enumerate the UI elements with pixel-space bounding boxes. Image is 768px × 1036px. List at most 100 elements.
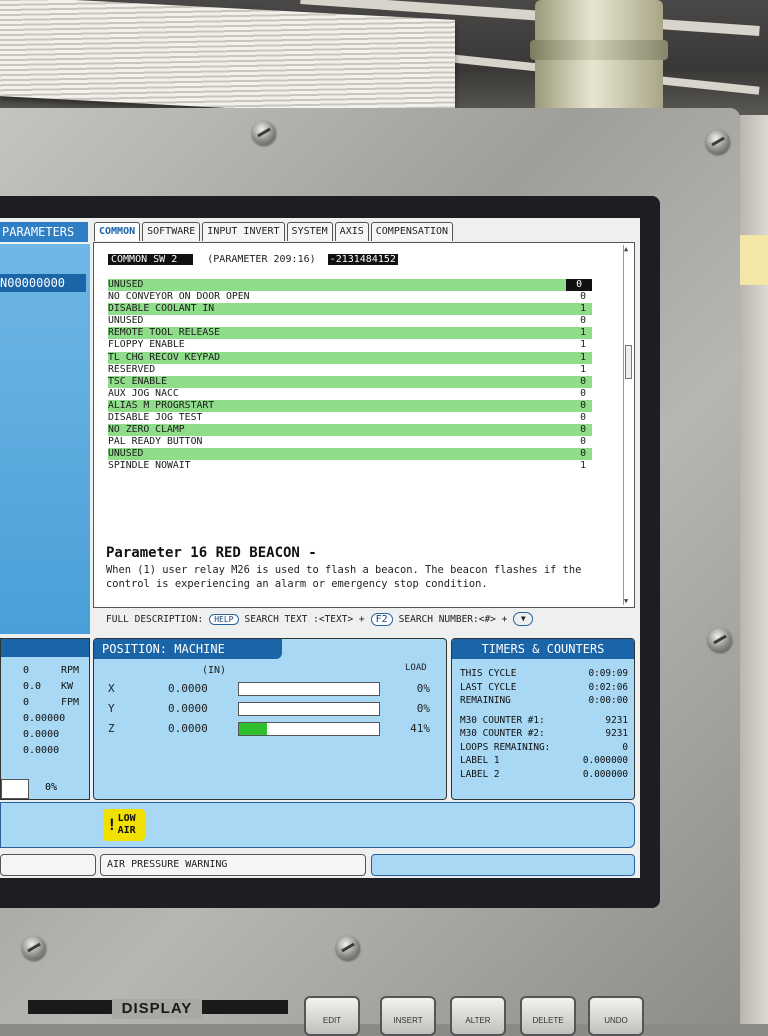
timer-label: LABEL 2 <box>460 768 500 780</box>
tab-common[interactable]: COMMON <box>94 222 141 241</box>
description-title: Parameter 16 RED BEACON - <box>106 545 317 561</box>
axis-load-bar <box>238 682 380 696</box>
program-n-number: N00000000 <box>0 274 86 292</box>
parameter-bit-row[interactable]: NO CONVEYOR ON DOOR OPEN 0 <box>108 291 592 303</box>
parameter-bit-row[interactable]: PAL READY BUTTON 0 <box>108 436 592 448</box>
parameter-bit-row[interactable]: RESERVED 1 <box>108 364 592 376</box>
parameter-bit-row[interactable]: FLOPPY ENABLE 1 <box>108 339 592 351</box>
parameters-pane-tab[interactable]: PARAMETERS <box>0 222 88 242</box>
timer-label: M30 COUNTER #2: <box>460 728 545 739</box>
bezel-screw <box>336 936 360 960</box>
timer-label: M30 COUNTER #1: <box>460 714 545 726</box>
scroll-thumb[interactable] <box>625 345 632 379</box>
message-bar-right <box>371 854 635 876</box>
parameter-bit-row[interactable]: UNUSED 0 <box>108 315 592 327</box>
axis-load-bar <box>238 702 380 716</box>
parameter-bit-row[interactable]: TL CHG RECOV KEYPAD 1 <box>108 351 592 364</box>
parameter-bit-list: UNUSED 0 NO CONVEYOR ON DOOR OPEN 0 DISABLE … <box>108 279 592 473</box>
help-key[interactable]: HELP <box>209 613 239 625</box>
axis-row-x: X 0.0000 0% <box>108 680 438 698</box>
readout-value: 0 <box>23 665 30 676</box>
timer-rows: THIS CYCLE 0:09:09 LAST CYCLE 0:02:06 REMAIN… <box>452 667 634 708</box>
f2-key[interactable]: F2 <box>370 612 393 626</box>
parameter-bit-row[interactable]: UNUSED 0 <box>108 448 592 461</box>
scroll-down-icon[interactable]: ▼ <box>624 597 628 605</box>
parameter-bit-row[interactable]: ALIAS M PROGRSTART 0 <box>108 399 592 413</box>
parameter-scrollbar[interactable]: ▲ ▼ <box>623 245 632 605</box>
timer-label: REMAINING <box>460 695 511 706</box>
bit-value: 0 <box>580 315 586 327</box>
position-title[interactable]: POSITION: MACHINE <box>94 639 282 659</box>
bezel-screw <box>708 628 732 652</box>
delete-key[interactable]: DELETE <box>520 996 576 1036</box>
bit-value: 1 <box>580 351 586 363</box>
timer-value: 0.000000 <box>582 755 628 766</box>
spindle-readout-row: 0 FPM <box>1 695 89 711</box>
axis-position: 0.0000 <box>168 722 208 735</box>
bit-label: ALIAS M PROGRSTART <box>108 399 215 411</box>
parameter-value[interactable]: -2131484152 <box>327 254 398 265</box>
parameter-bit-row[interactable]: DISABLE JOG TEST 0 <box>108 412 592 424</box>
timer-row: THIS CYCLE 0:09:09 <box>452 667 634 681</box>
low-air-warning-icon[interactable]: ! LOW AIR <box>103 809 145 841</box>
load-header: LOAD <box>405 663 427 673</box>
side-light <box>740 235 768 285</box>
timer-value: 0:09:09 <box>588 668 628 679</box>
axis-load-percent: 0% <box>416 702 430 715</box>
tab-input-invert[interactable]: INPUT INVERT <box>202 222 285 241</box>
bit-value: 0 <box>580 387 586 399</box>
readout-value: 0.00000 <box>23 713 66 724</box>
bit-value: 0 <box>580 399 586 411</box>
timer-row: M30 COUNTER #1: 9231 <box>452 714 634 728</box>
scroll-up-icon[interactable]: ▲ <box>624 245 628 253</box>
tab-software[interactable]: SOFTWARE <box>142 222 201 241</box>
search-number-label: SEARCH NUMBER:<#> + <box>398 613 508 625</box>
bit-value: 0 <box>580 375 586 387</box>
parameter-bit-row[interactable]: NO ZERO CLAMP 0 <box>108 424 592 437</box>
spindle-readout-row: 0.0 KW <box>1 679 89 695</box>
timer-label: THIS CYCLE <box>460 668 517 679</box>
parameter-bit-row[interactable]: DISABLE COOLANT IN 1 <box>108 303 592 316</box>
parameter-bit-row[interactable]: UNUSED 0 <box>108 279 592 292</box>
insert-key[interactable]: INSERT <box>380 996 436 1036</box>
tab-compensation[interactable]: COMPENSATION <box>370 222 454 241</box>
bezel-screw <box>22 936 46 960</box>
bit-label: UNUSED <box>108 315 144 327</box>
timer-value: 0 <box>622 741 628 753</box>
search-text-label: SEARCH TEXT :<TEXT> + <box>244 613 365 625</box>
description-text: When (1) user relay M26 is used to flash… <box>106 564 582 590</box>
undo-key[interactable]: UNDO <box>588 996 644 1036</box>
timer-label: LABEL 1 <box>460 755 500 766</box>
bit-label: SPINDLE NOWAIT <box>108 460 191 472</box>
down-arrow-icon[interactable]: ▼ <box>513 612 534 626</box>
axis-load-percent: 0% <box>416 682 430 695</box>
spindle-readout-row: 0.0000 <box>1 727 89 743</box>
bit-value: 0 <box>566 279 592 291</box>
bit-label: RESERVED <box>108 363 156 375</box>
bit-value: 0 <box>580 436 586 448</box>
timer-row: LABEL 2 0.000000 <box>452 768 634 782</box>
tab-system[interactable]: SYSTEM <box>286 222 333 241</box>
parameter-panel: COMMON SW 2 (PARAMETER 209:16) -21314841… <box>93 242 635 608</box>
spindle-readout-row: 0 RPM <box>1 663 89 679</box>
spindle-panel-header <box>1 639 89 657</box>
bit-label: FLOPPY ENABLE <box>108 339 185 351</box>
timer-value: 0.000000 <box>582 768 628 780</box>
edit-key[interactable]: EDIT <box>304 996 360 1036</box>
timer-value: 0:00:00 <box>588 695 628 706</box>
spindle-readouts: 0 RPM 0.0 KW 0 FPM 0.00000 0.0000 0.0000 <box>1 663 89 759</box>
tab-axis[interactable]: AXIS <box>334 222 369 241</box>
bit-label: TSC ENABLE <box>108 375 167 387</box>
axis-load-bar <box>238 722 380 736</box>
parameter-bit-row[interactable]: TSC ENABLE 0 <box>108 375 592 388</box>
parameter-bit-row[interactable]: AUX JOG NACC 0 <box>108 388 592 400</box>
axis-row-y: Y 0.0000 0% <box>108 700 438 718</box>
readout-value: 0.0 <box>23 681 42 692</box>
alter-key[interactable]: ALTER <box>450 996 506 1036</box>
parameter-bit-row[interactable]: SPINDLE NOWAIT 1 <box>108 460 592 472</box>
bit-value: 1 <box>580 460 586 472</box>
readout-unit: FPM <box>61 697 80 708</box>
parameter-bit-row[interactable]: REMOTE TOOL RELEASE 1 <box>108 327 592 340</box>
air-pressure-message: AIR PRESSURE WARNING <box>100 854 366 876</box>
timers-title[interactable]: TIMERS & COUNTERS <box>452 639 634 659</box>
